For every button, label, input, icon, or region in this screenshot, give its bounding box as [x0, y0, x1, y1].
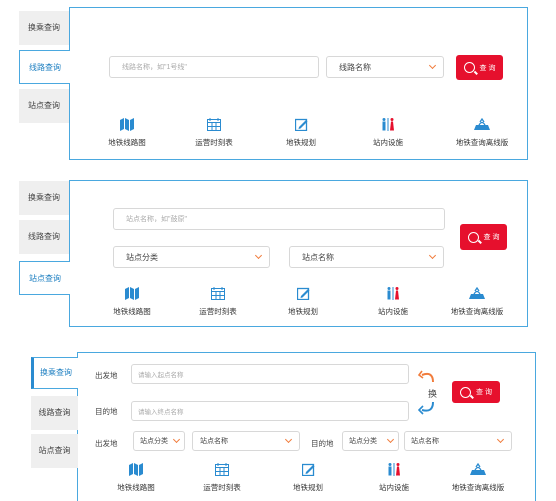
feature-label: 地铁查询离线版	[450, 307, 504, 316]
station-name-select-value: 站点名称	[302, 252, 334, 262]
from-category-select[interactable]: 站点分类	[133, 431, 185, 451]
from-category-value: 站点分类	[140, 438, 168, 445]
calendar-icon	[207, 118, 221, 131]
search-icon	[460, 386, 472, 398]
restroom-icon	[382, 118, 394, 131]
from-station-value: 站点名称	[200, 438, 228, 445]
swap-button[interactable]: 换	[418, 366, 444, 418]
from-input-placeholder: 请输入起点名称	[138, 372, 184, 379]
to-station-value: 站点名称	[411, 438, 439, 445]
feature-offline[interactable]: 地铁查询离线版	[440, 118, 524, 148]
tab-line[interactable]: 线路查询	[19, 220, 69, 254]
to-station-select[interactable]: 站点名称	[404, 431, 512, 451]
feature-label: 站内设施	[379, 483, 409, 492]
to-category-select[interactable]: 站点分类	[342, 431, 399, 451]
to-category-value: 站点分类	[349, 438, 377, 445]
feature-offline[interactable]: 地铁查询离线版	[436, 463, 520, 493]
feature-facilities[interactable]: 站内设施	[346, 118, 430, 148]
feature-label: 运营时刻表	[195, 138, 233, 147]
chevron-down-icon	[386, 435, 395, 444]
feature-timetable[interactable]: 运营时刻表	[172, 118, 256, 148]
search-icon	[467, 231, 479, 243]
feature-label: 地铁规划	[286, 138, 316, 147]
line-name-input-placeholder: 线路名称，如"1号线"	[122, 64, 187, 71]
chevron-down-icon	[428, 61, 437, 70]
query-button-label: 查 询	[479, 64, 496, 72]
calendar-icon	[215, 463, 229, 476]
feature-label: 站内设施	[378, 307, 408, 316]
chevron-down-icon	[172, 435, 181, 444]
from-station-select[interactable]: 站点名称	[192, 431, 300, 451]
feature-subway-map[interactable]: 地铁线路图	[85, 118, 169, 148]
chevron-down-icon	[284, 435, 293, 444]
line-name-input[interactable]: 线路名称，如"1号线"	[109, 56, 319, 78]
feature-facilities[interactable]: 站内设施	[351, 287, 435, 317]
tab-line[interactable]: 线路查询	[31, 396, 78, 430]
feature-label: 地铁查询离线版	[451, 483, 505, 492]
query-button[interactable]: 查 询	[452, 381, 500, 403]
edit-icon	[294, 118, 307, 131]
map-icon	[125, 287, 139, 300]
query-button[interactable]: 查 询	[456, 55, 503, 80]
line-name-select-value: 线路名称	[339, 62, 371, 72]
restroom-icon	[388, 463, 400, 476]
restroom-icon	[387, 287, 399, 300]
from-label-2: 出发地	[95, 439, 118, 448]
to-label: 目的地	[95, 407, 118, 416]
station-category-select-value: 站点分类	[126, 252, 158, 262]
chevron-down-icon	[496, 435, 505, 444]
feature-label: 地铁线路图	[117, 483, 155, 492]
tab-station[interactable]: 站点查询	[19, 261, 70, 295]
feature-offline[interactable]: 地铁查询离线版	[435, 287, 519, 317]
feature-subway-map[interactable]: 地铁线路图	[94, 463, 178, 493]
feature-label: 地铁线路图	[108, 138, 146, 147]
tab-transfer[interactable]: 换乘查询	[19, 181, 69, 215]
station-name-input[interactable]: 站点名称，如"鼓原"	[113, 208, 445, 230]
query-button-label: 查 询	[483, 234, 500, 241]
station-name-select[interactable]: 站点名称	[289, 246, 444, 268]
offline-icon	[469, 287, 485, 299]
feature-label: 运营时刻表	[203, 483, 241, 492]
feature-label: 地铁规划	[293, 483, 323, 492]
feature-planning[interactable]: 地铁规划	[261, 287, 345, 317]
feature-facilities[interactable]: 站内设施	[352, 463, 436, 493]
to-label-2: 目的地	[311, 439, 334, 448]
map-icon	[120, 118, 134, 131]
chevron-down-icon	[254, 251, 263, 260]
feature-label: 地铁规划	[288, 307, 318, 316]
query-button[interactable]: 查 询	[460, 224, 507, 250]
feature-timetable[interactable]: 运营时刻表	[180, 463, 264, 493]
offline-icon	[470, 463, 486, 475]
tab-transfer[interactable]: 换乘查询	[31, 357, 78, 389]
swap-label: 换	[428, 389, 438, 399]
tab-line[interactable]: 线路查询	[19, 50, 70, 84]
tab-transfer[interactable]: 换乘查询	[19, 11, 69, 45]
map-icon	[129, 463, 143, 476]
from-label: 出发地	[95, 371, 118, 380]
query-button-label: 查 询	[476, 389, 492, 396]
feature-planning[interactable]: 地铁规划	[259, 118, 343, 148]
station-name-input-placeholder: 站点名称，如"鼓原"	[126, 216, 187, 223]
feature-label: 运营时刻表	[199, 307, 237, 316]
calendar-icon	[211, 287, 225, 300]
tab-station[interactable]: 站点查询	[31, 434, 78, 468]
to-input[interactable]: 请输入终点名称	[131, 401, 409, 421]
feature-label: 地铁查询离线版	[455, 138, 509, 147]
feature-subway-map[interactable]: 地铁线路图	[90, 287, 174, 317]
tab-station[interactable]: 站点查询	[19, 89, 69, 123]
chevron-down-icon	[428, 251, 437, 260]
feature-planning[interactable]: 地铁规划	[266, 463, 350, 493]
edit-icon	[301, 463, 314, 476]
offline-icon	[474, 118, 490, 130]
feature-label: 地铁线路图	[113, 307, 151, 316]
to-input-placeholder: 请输入终点名称	[138, 409, 184, 416]
feature-timetable[interactable]: 运营时刻表	[176, 287, 260, 317]
station-category-select[interactable]: 站点分类	[113, 246, 270, 268]
edit-icon	[296, 287, 309, 300]
from-input[interactable]: 请输入起点名称	[131, 364, 409, 384]
search-icon	[463, 62, 475, 73]
feature-label: 站内设施	[373, 138, 403, 147]
line-name-select[interactable]: 线路名称	[326, 56, 444, 78]
